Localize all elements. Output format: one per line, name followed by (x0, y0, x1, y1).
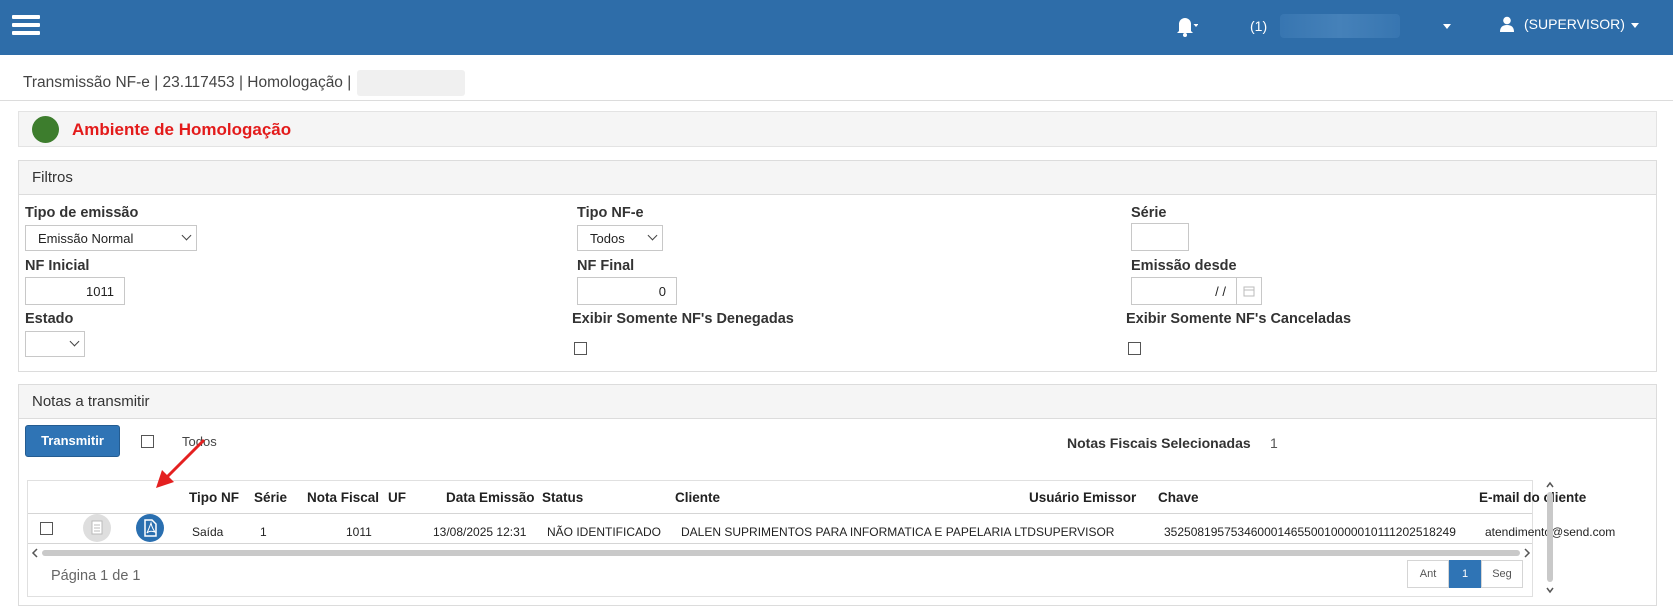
page-1-button[interactable]: 1 (1449, 560, 1481, 588)
col-cliente: Cliente (675, 490, 721, 505)
col-usuario-emissor: Usuário Emissor (1029, 490, 1137, 505)
estado-select[interactable] (25, 331, 85, 357)
chevron-down-icon (69, 336, 80, 347)
pagination: Ant 1 Seg (1407, 560, 1523, 588)
next-page-button[interactable]: Seg (1481, 560, 1523, 588)
vertical-scrollbar-thumb[interactable] (1547, 492, 1553, 582)
cell-status: NÃO IDENTIFICADO (547, 525, 662, 539)
tipo-emissao-select[interactable]: Emissão Normal (25, 225, 197, 251)
nf-inicial-label: NF Inicial (25, 258, 90, 274)
document-icon[interactable] (83, 514, 111, 542)
cell-cliente: DALEN SUPRIMENTOS PARA INFORMATICA E PAP… (681, 525, 1036, 539)
cell-data: 13/08/2025 12:31 (433, 525, 527, 539)
cell-tipo: Saída (192, 525, 224, 539)
chevron-down-icon (1630, 23, 1639, 28)
scroll-down-icon[interactable] (1545, 585, 1555, 595)
user-icon (1500, 16, 1514, 35)
notification-count: (1) (1250, 18, 1268, 34)
filters-panel: Filtros Tipo de emissão Emissão Normal T… (18, 160, 1657, 372)
cell-serie: 1 (260, 525, 267, 539)
notas-panel: Notas a transmitir Transmitir Todos Nota… (18, 384, 1657, 606)
cell-usuario: SUPERVISOR (1036, 525, 1115, 539)
annotation-arrow-icon (156, 438, 206, 488)
scroll-up-icon[interactable] (1545, 480, 1555, 490)
company-name-redacted (1280, 14, 1400, 38)
cell-nota: 1011 (346, 525, 372, 539)
scroll-right-icon[interactable] (1522, 547, 1532, 559)
tipo-emissao-value: Emissão Normal (38, 231, 134, 246)
tipo-nfe-select[interactable]: Todos (577, 225, 663, 251)
chevron-down-icon (181, 230, 192, 241)
tipo-nfe-label: Tipo NF-e (577, 205, 644, 221)
breadcrumb-redacted (357, 70, 466, 96)
emissao-desde-label: Emissão desde (1131, 258, 1237, 274)
estado-label: Estado (25, 311, 74, 327)
canceladas-label: Exibir Somente NF's Canceladas (1126, 311, 1352, 327)
notification-bell-icon[interactable] (1170, 14, 1199, 38)
col-chave: Chave (1158, 490, 1199, 505)
user-menu[interactable]: (SUPERVISOR) (1500, 16, 1639, 36)
nf-final-input[interactable]: 0 (577, 277, 677, 305)
row-checkbox[interactable] (40, 522, 53, 535)
prev-page-button[interactable]: Ant (1407, 560, 1449, 588)
emissao-desde-input[interactable]: / / (1131, 277, 1237, 305)
chevron-down-icon (647, 230, 658, 241)
transmitir-button[interactable]: Transmitir (25, 425, 120, 457)
notas-panel-title: Notas a transmitir (19, 385, 1656, 419)
environment-status-icon (32, 116, 59, 143)
tipo-emissao-label: Tipo de emissão (25, 205, 139, 221)
environment-banner: Ambiente de Homologação (18, 111, 1657, 147)
pdf-icon[interactable] (136, 514, 164, 542)
nf-inicial-input[interactable]: 1011 (25, 277, 125, 305)
col-email: E-mail do cliente (1479, 490, 1587, 505)
col-serie: Série (254, 490, 288, 505)
serie-label: Série (1131, 205, 1167, 221)
calendar-icon[interactable] (1236, 277, 1262, 305)
menu-icon[interactable] (12, 15, 40, 35)
canceladas-checkbox[interactable] (1128, 342, 1141, 355)
col-nota-fiscal: Nota Fiscal (307, 490, 380, 505)
breadcrumb: Transmissão NF-e | 23.117453 | Homologaç… (23, 70, 466, 96)
col-data-emissao: Data Emissão (446, 490, 535, 505)
filters-panel-title: Filtros (19, 161, 1656, 195)
cell-chave: 3525081957534600014655001000001011120251… (1164, 525, 1456, 539)
denegadas-label: Exibir Somente NF's Denegadas (572, 311, 794, 327)
scroll-left-icon[interactable] (30, 547, 40, 559)
notas-table: Tipo NF Série Nota Fiscal UF Data Emissã… (27, 480, 1615, 597)
top-navbar: (1) (SUPERVISOR) (0, 0, 1673, 55)
vertical-scrollbar[interactable] (1544, 480, 1556, 595)
breadcrumb-text: Transmissão NF-e | 23.117453 | Homologaç… (23, 74, 352, 92)
divider (0, 100, 1673, 101)
selected-count: 1 (1270, 435, 1278, 451)
company-selector[interactable]: (1) (1250, 14, 1451, 38)
row-divider (28, 543, 1532, 544)
page-info: Página 1 de 1 (51, 568, 141, 584)
tipo-nfe-value: Todos (590, 231, 625, 246)
scrollbar-thumb[interactable] (42, 550, 1520, 556)
user-name: (SUPERVISOR) (1524, 16, 1625, 33)
header-divider (28, 513, 1532, 514)
nf-final-label: NF Final (577, 258, 635, 274)
denegadas-checkbox[interactable] (574, 342, 587, 355)
chevron-down-icon (1443, 24, 1451, 29)
horizontal-scrollbar[interactable] (30, 547, 1532, 559)
selected-count-label: Notas Fiscais Selecionadas (1067, 435, 1251, 451)
col-uf: UF (388, 490, 406, 505)
col-status: Status (542, 490, 584, 505)
environment-label: Ambiente de Homologação (72, 120, 292, 139)
serie-input[interactable] (1131, 223, 1189, 251)
